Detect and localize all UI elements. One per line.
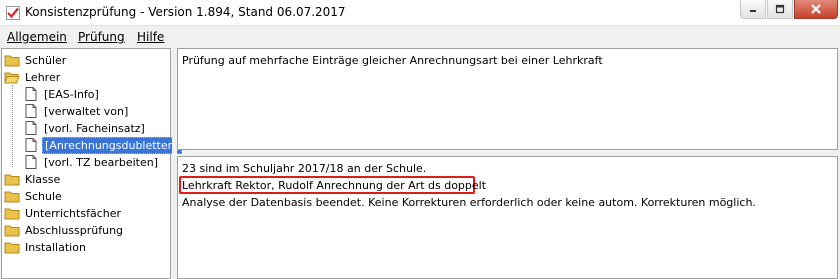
tree-item-installation[interactable]: Installation bbox=[4, 239, 88, 255]
maximize-button[interactable] bbox=[767, 0, 793, 19]
result-line-highlighted: Lehrkraft Rektor, Rudolf Anrechnung der … bbox=[182, 179, 487, 192]
result-line: 23 sind im Schuljahr 2017/18 an der Schu… bbox=[182, 162, 427, 175]
file-icon bbox=[25, 104, 37, 118]
tree-label: [EAS-Info] bbox=[44, 87, 99, 101]
tree-item-schueler[interactable]: Schüler bbox=[4, 52, 68, 68]
tree-item-lehrer[interactable]: Lehrer bbox=[4, 69, 62, 85]
tree-label: [Anrechnungsdubletten] bbox=[42, 136, 182, 154]
result-line: Analyse der Datenbasis beendet. Keine Ko… bbox=[182, 196, 756, 209]
description-text: Prüfung auf mehrfache Einträge gleicher … bbox=[182, 54, 603, 67]
category-tree[interactable]: Schüler Lehrer [EAS-Info] [verwaltet von… bbox=[1, 48, 182, 279]
minimize-icon bbox=[750, 10, 756, 12]
tree-item-klasse[interactable]: Klasse bbox=[4, 171, 62, 187]
tree-item-vorl-facheinsatz[interactable]: [vorl. Facheinsatz] bbox=[23, 120, 147, 136]
file-icon bbox=[25, 155, 37, 169]
menu-allgemein[interactable]: Allgemein bbox=[7, 30, 67, 44]
tree-label: Abschlussprüfung bbox=[25, 223, 124, 237]
menu-hilfe-label: Hilfe bbox=[137, 30, 165, 44]
folder-icon bbox=[4, 225, 20, 237]
folder-icon bbox=[4, 174, 20, 186]
tree-item-anrechnungsdubletten[interactable]: [Anrechnungsdubletten] bbox=[23, 136, 182, 154]
tree-label: [vorl. Facheinsatz] bbox=[44, 121, 145, 135]
tree-label: Lehrer bbox=[25, 70, 61, 84]
tree-item-vorl-tz-bearbeiten[interactable]: [vorl. TZ bearbeiten] bbox=[23, 154, 160, 170]
menu-bar: Allgemein Prüfung Hilfe bbox=[0, 27, 840, 47]
tree-item-unterrichtsfaecher[interactable]: Unterrichtsfächer bbox=[4, 205, 123, 221]
tree-item-verwaltet-von[interactable]: [verwaltet von] bbox=[23, 103, 130, 119]
menu-hilfe[interactable]: Hilfe bbox=[137, 30, 164, 44]
tree-item-eas-info[interactable]: [EAS-Info] bbox=[23, 86, 101, 102]
tree-label: Schule bbox=[25, 189, 62, 203]
tree-label: Installation bbox=[25, 240, 86, 254]
menu-pruefung-label: Prüfung bbox=[78, 30, 125, 44]
tree-item-abschlusspruefung[interactable]: Abschlussprüfung bbox=[4, 222, 125, 238]
description-panel: Prüfung auf mehrfache Einträge gleicher … bbox=[177, 48, 838, 150]
folder-icon bbox=[4, 208, 20, 220]
folder-icon bbox=[4, 242, 20, 254]
checkmark-icon bbox=[6, 6, 20, 20]
tree-connector bbox=[12, 85, 13, 167]
title-bar: Konsistenzprüfung - Version 1.894, Stand… bbox=[0, 0, 840, 26]
close-button[interactable] bbox=[794, 0, 838, 19]
file-icon bbox=[25, 87, 37, 101]
folder-icon bbox=[4, 55, 20, 67]
tree-item-schule[interactable]: Schule bbox=[4, 188, 64, 204]
folder-icon bbox=[4, 191, 20, 203]
folder-open-icon bbox=[4, 72, 20, 84]
maximize-icon bbox=[775, 4, 785, 14]
tree-label: Unterrichtsfächer bbox=[25, 206, 121, 220]
menu-allgemein-label: Allgemein bbox=[7, 30, 67, 44]
minimize-button[interactable] bbox=[740, 0, 766, 19]
window-title: Konsistenzprüfung - Version 1.894, Stand… bbox=[25, 5, 346, 19]
file-icon bbox=[25, 138, 37, 152]
tree-label: [vorl. TZ bearbeiten] bbox=[44, 155, 159, 169]
close-icon bbox=[811, 4, 821, 14]
menu-pruefung[interactable]: Prüfung bbox=[78, 30, 125, 44]
results-panel[interactable]: 23 sind im Schuljahr 2017/18 an der Schu… bbox=[177, 156, 838, 279]
tree-label: Klasse bbox=[25, 172, 61, 186]
tree-label: [verwaltet von] bbox=[44, 104, 129, 118]
tree-label: Schüler bbox=[25, 53, 67, 67]
file-icon bbox=[25, 121, 37, 135]
window-controls bbox=[739, 0, 838, 20]
